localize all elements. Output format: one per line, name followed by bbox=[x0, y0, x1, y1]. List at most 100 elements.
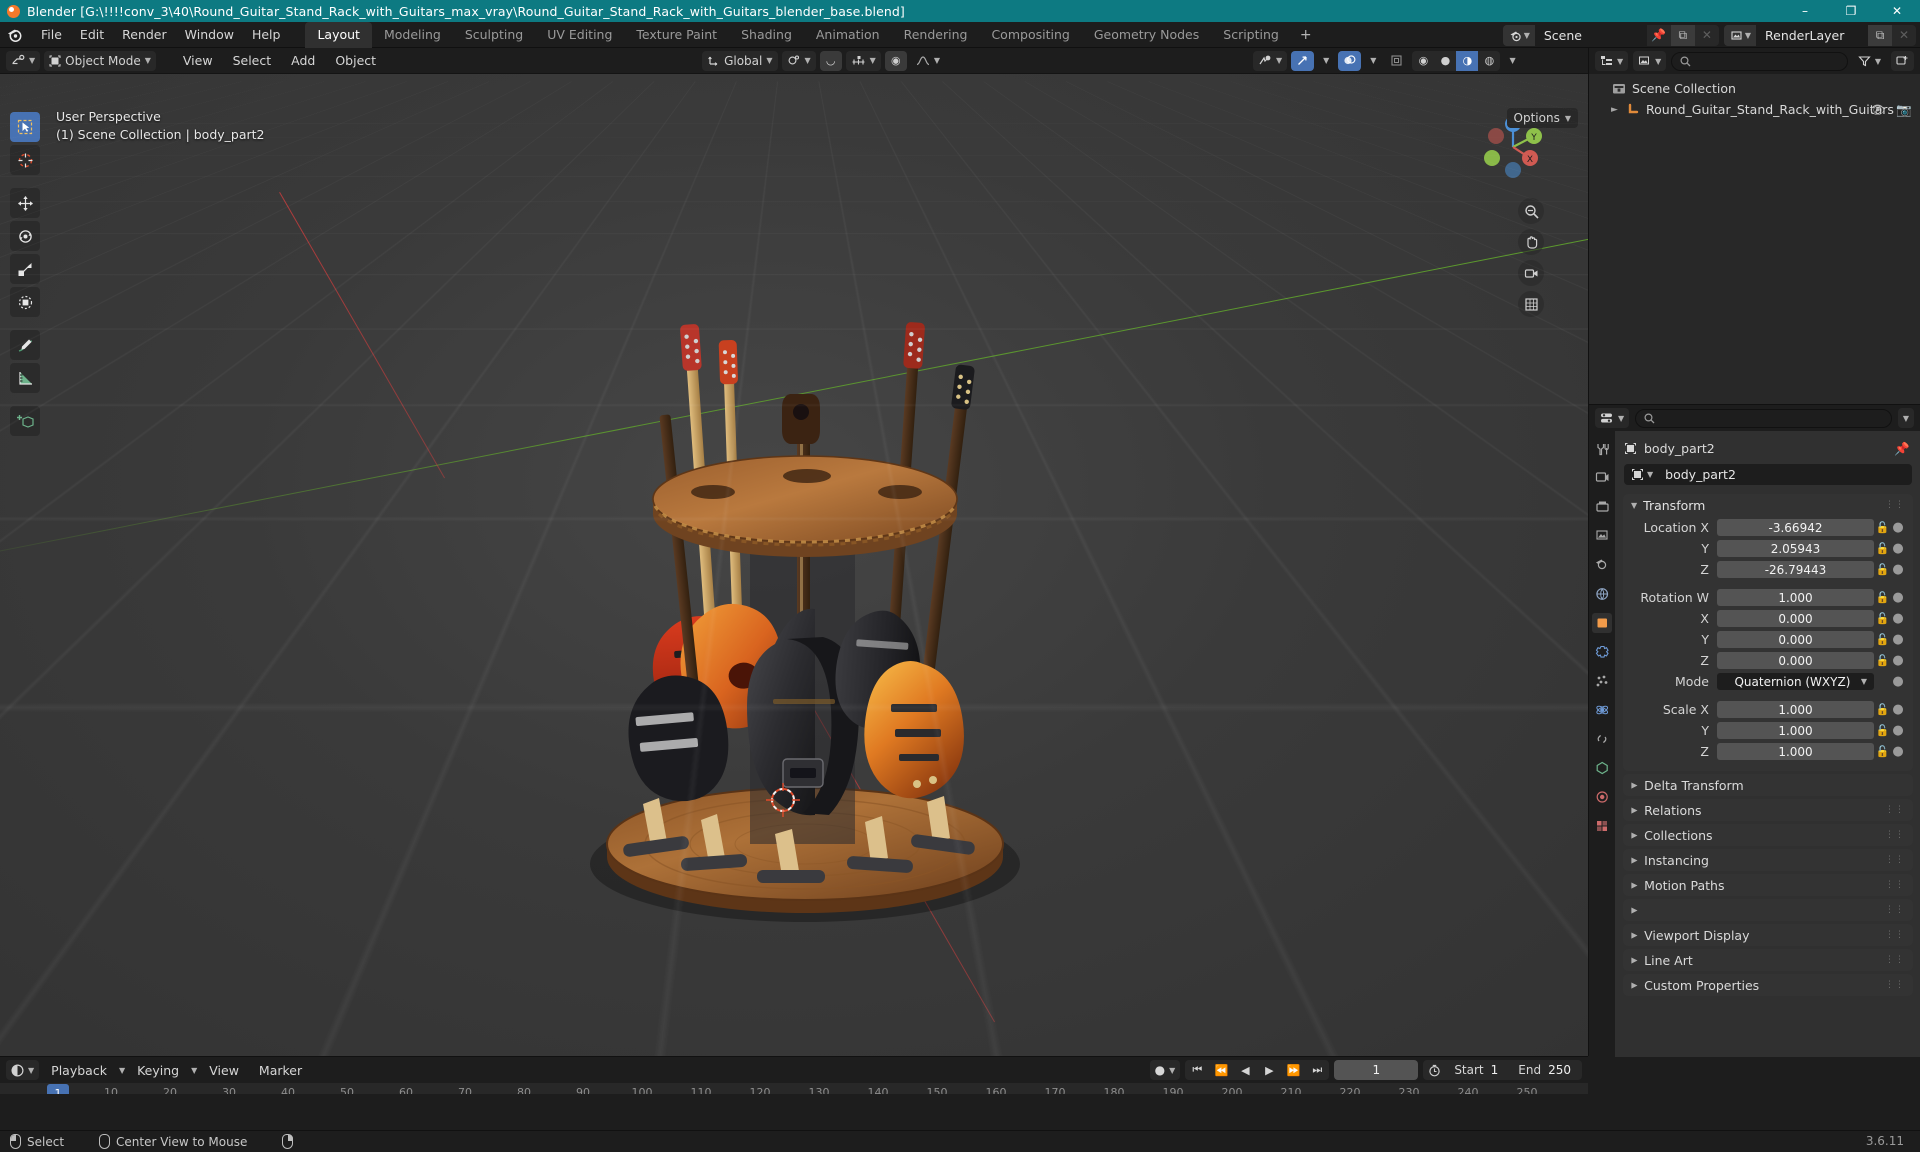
tab-render[interactable] bbox=[1592, 468, 1612, 488]
rotation-y-value[interactable]: 0.000 bbox=[1717, 631, 1874, 648]
rotation-y-lock-icon[interactable]: 🔓 bbox=[1874, 633, 1891, 646]
object-mode-selector[interactable]: Object Mode ▼ bbox=[44, 50, 156, 71]
rotation-x-animate-dot[interactable]: ● bbox=[1891, 611, 1905, 626]
auto-keying-toggle[interactable]: ● ▼ bbox=[1149, 1060, 1181, 1080]
tab-modeling[interactable]: Modeling bbox=[372, 22, 453, 48]
tab-particles[interactable] bbox=[1592, 671, 1612, 691]
tab-geometry-nodes[interactable]: Geometry Nodes bbox=[1082, 22, 1211, 48]
tab-texture[interactable] bbox=[1592, 816, 1612, 836]
camera-view-icon[interactable] bbox=[1518, 260, 1544, 286]
pin-scene-icon[interactable]: 📌 bbox=[1647, 25, 1671, 46]
scale-y-animate-dot[interactable]: ● bbox=[1891, 723, 1905, 738]
new-scene-icon[interactable]: ⧉ bbox=[1670, 24, 1695, 46]
add-workspace-button[interactable]: + bbox=[1291, 24, 1321, 46]
tab-texture-paint[interactable]: Texture Paint bbox=[624, 22, 729, 48]
measure-tool[interactable] bbox=[10, 363, 40, 393]
viewport-menu-object[interactable]: Object bbox=[327, 50, 384, 71]
scene-selector[interactable]: ▼ Scene 📌 ⧉ ✕ bbox=[1502, 24, 1719, 46]
tab-sculpting[interactable]: Sculpting bbox=[453, 22, 535, 48]
tab-modifiers[interactable] bbox=[1592, 642, 1612, 662]
cursor-tool[interactable] bbox=[10, 145, 40, 175]
object-name-field[interactable]: ▼ body_part2 bbox=[1624, 464, 1912, 485]
minimize-button[interactable]: – bbox=[1782, 0, 1828, 22]
visibility-selector[interactable]: ▼ bbox=[1252, 50, 1288, 71]
scale-y-value[interactable]: 1.000 bbox=[1717, 722, 1874, 739]
transform-panel-header[interactable]: ▼ Transform ⋮⋮ bbox=[1623, 494, 1913, 516]
maximize-button[interactable]: ❐ bbox=[1828, 0, 1874, 22]
jump-to-start-button[interactable]: ⏮ bbox=[1185, 1060, 1209, 1080]
scene-name-field[interactable]: Scene bbox=[1534, 24, 1647, 46]
viewport-options-button[interactable]: Options ▼ bbox=[1506, 108, 1578, 128]
gizmo-options-button[interactable]: ▼ bbox=[1318, 51, 1334, 71]
object-browse-chevron-down-icon[interactable]: ▼ bbox=[1647, 470, 1653, 479]
pivot-point-selector[interactable]: ▼ bbox=[781, 50, 816, 71]
tab-layout[interactable]: Layout bbox=[305, 21, 372, 48]
scale-x-animate-dot[interactable]: ● bbox=[1891, 702, 1905, 717]
viewport-menu-view[interactable]: View bbox=[175, 50, 221, 71]
new-viewlayer-icon[interactable]: ⧉ bbox=[1868, 24, 1892, 46]
jump-to-next-keyframe-button[interactable]: ⏩ bbox=[1281, 1060, 1305, 1080]
blender-app-icon[interactable] bbox=[6, 26, 23, 43]
disable-in-renders-icon[interactable]: 📷 bbox=[1896, 102, 1912, 118]
tab-rendering[interactable]: Rendering bbox=[892, 22, 980, 48]
unlink-scene-icon[interactable]: ✕ bbox=[1695, 25, 1719, 46]
new-collection-button[interactable] bbox=[1891, 51, 1914, 71]
proportional-editing-toggle[interactable]: ◉ bbox=[884, 50, 907, 71]
tab-material[interactable] bbox=[1592, 787, 1612, 807]
tab-world[interactable] bbox=[1592, 584, 1612, 604]
menu-edit[interactable]: Edit bbox=[71, 24, 113, 45]
viewport-display-panel[interactable]: ▼ Viewport Display ⋮⋮ bbox=[1623, 924, 1913, 946]
custom-properties-panel[interactable]: ▼ Custom Properties ⋮⋮ bbox=[1623, 974, 1913, 996]
transform-tool[interactable] bbox=[10, 287, 40, 317]
timeline-menu-marker[interactable]: Marker bbox=[251, 1060, 310, 1081]
timeline-menu-playback[interactable]: Playback bbox=[43, 1060, 115, 1081]
menu-render[interactable]: Render bbox=[113, 24, 176, 45]
tab-shading[interactable]: Shading bbox=[729, 22, 804, 48]
solid-shading-button[interactable]: ● bbox=[1434, 51, 1456, 71]
zoom-icon[interactable] bbox=[1518, 198, 1544, 224]
hide-in-viewport-icon[interactable]: 👁 bbox=[1870, 102, 1886, 118]
location-x-value[interactable]: -3.66942 bbox=[1717, 519, 1874, 536]
material-preview-button[interactable]: ◑ bbox=[1456, 50, 1479, 71]
tab-physics[interactable] bbox=[1592, 700, 1612, 720]
tab-constraints[interactable] bbox=[1592, 729, 1612, 749]
properties-editor-type-button[interactable]: ▼ bbox=[1595, 408, 1630, 428]
rotation-x-lock-icon[interactable]: 🔓 bbox=[1874, 612, 1891, 625]
viewport-menu-add[interactable]: Add bbox=[283, 50, 323, 71]
scale-x-lock-icon[interactable]: 🔓 bbox=[1874, 703, 1891, 716]
jump-to-end-button[interactable]: ⏭ bbox=[1305, 1060, 1329, 1080]
outliner-tree[interactable]: Scene Collection ► Round_Guitar_Stand_Ra… bbox=[1589, 74, 1920, 404]
visibility-panel[interactable]: ▼ ⋮⋮ bbox=[1623, 899, 1913, 921]
jump-to-prev-keyframe-button[interactable]: ⏪ bbox=[1209, 1060, 1233, 1080]
menu-file[interactable]: File bbox=[32, 24, 71, 45]
rotation-mode-dropdown[interactable]: Quaternion (WXYZ) ▼ bbox=[1717, 673, 1874, 690]
relations-panel[interactable]: ▼ Relations ⋮⋮ bbox=[1623, 799, 1913, 821]
location-z-animate-dot[interactable]: ● bbox=[1891, 562, 1905, 577]
show-overlays-toggle[interactable] bbox=[1338, 50, 1362, 71]
rotation-mode-animate-dot[interactable]: ● bbox=[1891, 674, 1905, 689]
motion-paths-panel[interactable]: ▼ Motion Paths ⋮⋮ bbox=[1623, 874, 1913, 896]
properties-options-button[interactable]: ▼ bbox=[1897, 408, 1914, 428]
location-z-value[interactable]: -26.79443 bbox=[1717, 561, 1874, 578]
tab-object[interactable] bbox=[1592, 613, 1612, 633]
location-y-value[interactable]: 2.05943 bbox=[1717, 540, 1874, 557]
move-tool[interactable] bbox=[10, 188, 40, 218]
viewport-menu-select[interactable]: Select bbox=[225, 50, 280, 71]
outliner-row-scene-collection[interactable]: Scene Collection bbox=[1589, 78, 1920, 99]
tab-tool[interactable] bbox=[1592, 439, 1612, 459]
rotate-tool[interactable] bbox=[10, 221, 40, 251]
outliner-editor-type-button[interactable]: ▼ bbox=[1595, 51, 1629, 71]
play-button[interactable]: ▶ bbox=[1257, 1060, 1281, 1080]
viewlayer-name-field[interactable]: RenderLayer bbox=[1756, 24, 1868, 46]
timeline-menu-keying[interactable]: Keying bbox=[129, 1060, 187, 1081]
scale-z-animate-dot[interactable]: ● bbox=[1891, 744, 1905, 759]
rotation-w-animate-dot[interactable]: ● bbox=[1891, 590, 1905, 605]
scale-tool[interactable] bbox=[10, 254, 40, 284]
scale-z-lock-icon[interactable]: 🔓 bbox=[1874, 745, 1891, 758]
outliner-row-object[interactable]: ► Round_Guitar_Stand_Rack_with_Guitars 👁… bbox=[1589, 99, 1920, 120]
rotation-z-lock-icon[interactable]: 🔓 bbox=[1874, 654, 1891, 667]
use-preview-range-icon[interactable] bbox=[1423, 1064, 1445, 1077]
xray-toggle[interactable] bbox=[1385, 51, 1408, 71]
location-x-animate-dot[interactable]: ● bbox=[1891, 520, 1905, 535]
pan-hand-icon[interactable] bbox=[1518, 229, 1544, 255]
